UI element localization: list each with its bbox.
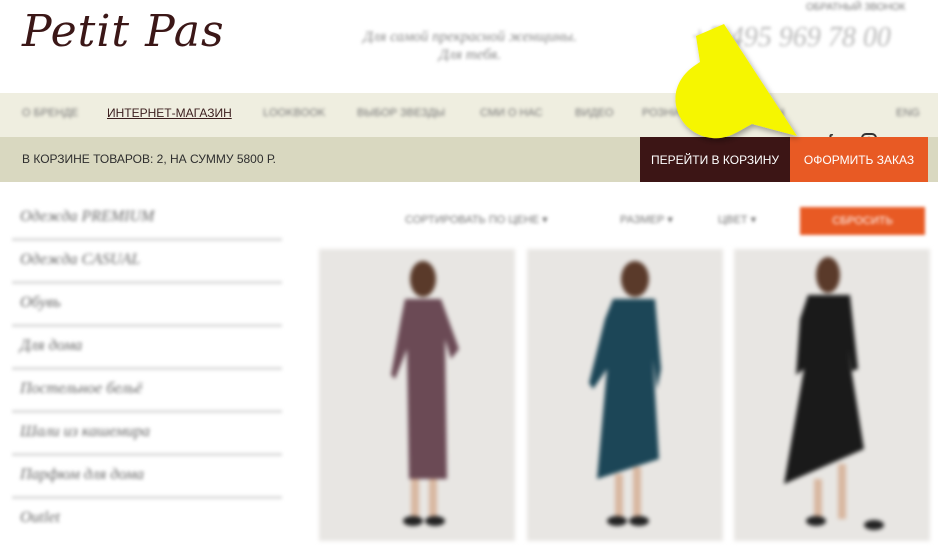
nav-item-star-choice[interactable]: ВЫБОР ЗВЕЗДЫ xyxy=(357,107,445,119)
cart-middle: , НА СУММУ xyxy=(163,152,237,166)
product-card[interactable] xyxy=(527,249,723,541)
sort-by-price-dropdown[interactable]: СОРТИРОВАТЬ ПО ЦЕНЕ ▾ xyxy=(405,213,548,226)
reset-filters-button[interactable]: СБРОСИТЬ xyxy=(800,207,925,235)
product-image xyxy=(589,261,661,526)
checkout-button[interactable]: ОФОРМИТЬ ЗАКАЗ xyxy=(790,137,928,182)
cart-sum: 5800 Р. xyxy=(236,152,276,166)
category-bedding[interactable]: Постельное бельё xyxy=(12,370,282,413)
logo[interactable]: Petit Pas xyxy=(22,6,225,57)
phone-number: +7 495 969 78 00 xyxy=(690,22,891,53)
site-header: Petit Pas Для самой прекрасной женщины. … xyxy=(0,0,938,93)
category-premium[interactable]: Одежда PREMIUM xyxy=(12,198,282,241)
category-casual[interactable]: Одежда CASUAL xyxy=(12,241,282,284)
go-to-cart-button[interactable]: ПЕРЕЙТИ В КОРЗИНУ xyxy=(640,137,790,182)
product-card[interactable] xyxy=(319,249,515,541)
cart-summary: В КОРЗИНЕ ТОВАРОВ: 2, НА СУММУ 5800 Р. xyxy=(22,152,276,166)
product-card[interactable] xyxy=(734,249,930,541)
nav-item-press[interactable]: СМИ О НАС xyxy=(480,107,543,119)
tagline-line-1: Для самой прекрасной женщины. xyxy=(363,29,577,45)
category-outlet[interactable]: Outlet xyxy=(12,499,282,542)
cart-prefix: В КОРЗИНЕ ТОВАРОВ: xyxy=(22,152,157,166)
language-switch[interactable]: ENG xyxy=(896,107,920,119)
nav-item-brand[interactable]: О БРЕНДЕ xyxy=(22,107,78,119)
nav-item-lookbook[interactable]: LOOKBOOK xyxy=(263,107,325,119)
color-dropdown[interactable]: ЦВЕТ ▾ xyxy=(718,213,756,226)
category-home[interactable]: Для дома xyxy=(12,327,282,370)
nav-item-contacts[interactable]: КОНТАКТЫ xyxy=(725,107,784,119)
category-shawls[interactable]: Шали из кашемира xyxy=(12,413,282,456)
nav-item-video[interactable]: ВИДЕО xyxy=(575,107,614,119)
nav-item-retail[interactable]: РОЗНИЦА xyxy=(642,107,696,119)
product-image xyxy=(784,257,884,530)
product-image xyxy=(391,261,459,526)
cart-bar: В КОРЗИНЕ ТОВАРОВ: 2, НА СУММУ 5800 Р. П… xyxy=(0,137,938,182)
tagline-line-2: Для тебя. xyxy=(439,47,501,63)
callback-link[interactable]: ОБРАТНЫЙ ЗВОНОК xyxy=(806,2,905,13)
size-dropdown[interactable]: РАЗМЕР ▾ xyxy=(620,213,673,226)
category-perfume[interactable]: Парфюм для дома xyxy=(12,456,282,499)
nav-item-shop[interactable]: ИНТЕРНЕТ-МАГАЗИН xyxy=(107,106,232,120)
category-shoes[interactable]: Обувь xyxy=(12,284,282,327)
tagline: Для самой прекрасной женщины. Для тебя. xyxy=(330,28,610,64)
category-sidebar: Одежда PREMIUM Одежда CASUAL Обувь Для д… xyxy=(12,198,282,542)
main-nav: О БРЕНДЕ ИНТЕРНЕТ-МАГАЗИН LOOKBOOK ВЫБОР… xyxy=(0,93,938,137)
